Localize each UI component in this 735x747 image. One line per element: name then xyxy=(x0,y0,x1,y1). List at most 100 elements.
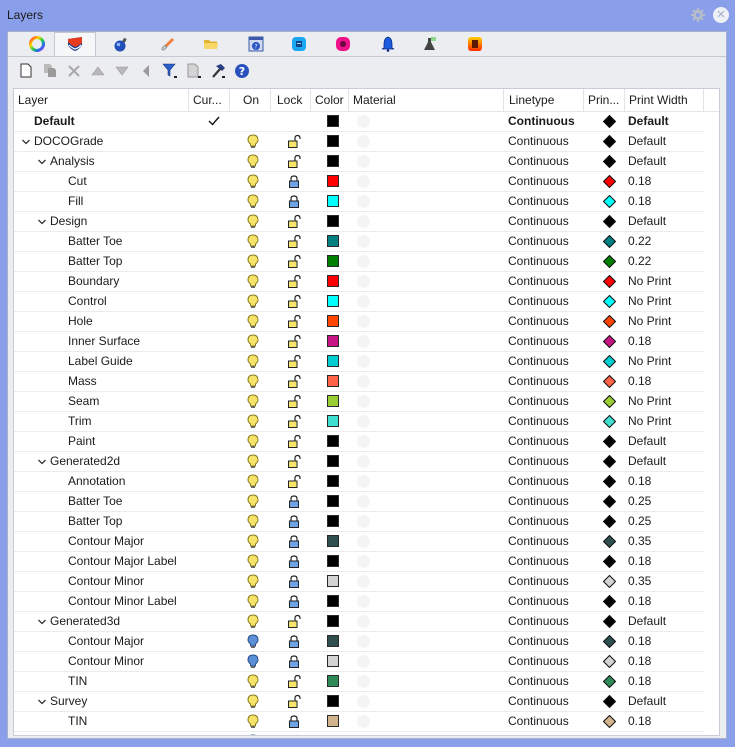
material-swatch[interactable] xyxy=(357,635,370,648)
lock-closed-icon[interactable] xyxy=(287,514,301,529)
layer-row[interactable]: Batter Top Continuous 0.22 xyxy=(14,252,704,272)
column-header-print-width[interactable]: Print Width xyxy=(625,89,704,111)
layer-color-swatch[interactable] xyxy=(327,675,339,687)
material-swatch[interactable] xyxy=(357,455,370,468)
layer-color-swatch[interactable] xyxy=(327,575,339,587)
material-swatch[interactable] xyxy=(357,675,370,688)
lock-closed-icon[interactable] xyxy=(287,194,301,209)
print-color-diamond-icon[interactable] xyxy=(602,534,617,549)
print-color-diamond-icon[interactable] xyxy=(602,194,617,209)
print-width-value[interactable]: No Print xyxy=(628,392,671,411)
linetype-value[interactable]: Continuous xyxy=(508,672,569,691)
material-swatch[interactable] xyxy=(357,235,370,248)
layer-row[interactable]: TIN Continuous 0.18 xyxy=(14,672,704,692)
lock-open-icon[interactable] xyxy=(287,254,301,269)
lightbulb-on-icon[interactable] xyxy=(246,294,260,309)
lightbulb-on-icon[interactable] xyxy=(246,174,260,189)
print-color-diamond-icon[interactable] xyxy=(602,174,617,189)
print-width-value[interactable]: No Print xyxy=(628,272,671,291)
material-swatch[interactable] xyxy=(357,475,370,488)
print-color-diamond-icon[interactable] xyxy=(602,334,617,349)
print-width-value[interactable]: Default xyxy=(628,432,666,451)
linetype-value[interactable]: Continuous xyxy=(508,492,569,511)
linetype-value[interactable]: Continuous xyxy=(508,472,569,491)
linetype-value[interactable]: Continuous xyxy=(508,112,575,131)
magenta-plugin-tab[interactable] xyxy=(328,34,358,56)
material-swatch[interactable] xyxy=(357,595,370,608)
lightbulb-on-icon[interactable] xyxy=(246,494,260,509)
layer-row[interactable]: Survey Continuous Default xyxy=(14,692,704,712)
lightbulb-on-icon[interactable] xyxy=(246,614,260,629)
chevron-down-icon[interactable] xyxy=(36,452,48,471)
print-color-diamond-icon[interactable] xyxy=(602,594,617,609)
material-swatch[interactable] xyxy=(357,415,370,428)
column-header-layer[interactable]: Layer xyxy=(14,89,189,111)
print-width-value[interactable]: Default xyxy=(628,452,666,471)
lock-open-icon[interactable] xyxy=(287,694,301,709)
layer-color-swatch[interactable] xyxy=(327,135,339,147)
lightbulb-on-icon[interactable] xyxy=(246,474,260,489)
layer-state-button[interactable] xyxy=(183,61,205,83)
layer-color-swatch[interactable] xyxy=(327,215,339,227)
linetype-value[interactable]: Continuous xyxy=(508,572,569,591)
lightbulb-on-icon[interactable] xyxy=(246,314,260,329)
material-swatch[interactable] xyxy=(357,195,370,208)
layer-color-swatch[interactable] xyxy=(327,355,339,367)
layer-color-swatch[interactable] xyxy=(327,275,339,287)
lightbulb-on-icon[interactable] xyxy=(246,194,260,209)
cyan-plugin-tab[interactable] xyxy=(284,34,314,56)
layer-row[interactable]: Design Continuous Default xyxy=(14,212,704,232)
lightbulb-on-icon[interactable] xyxy=(246,354,260,369)
print-width-value[interactable]: 0.18 xyxy=(628,712,651,731)
lightbulb-off-icon[interactable] xyxy=(246,734,260,735)
column-header-print-color[interactable]: Prin... xyxy=(584,89,625,111)
lock-open-icon[interactable] xyxy=(287,234,301,249)
lightbulb-on-icon[interactable] xyxy=(246,454,260,469)
lightbulb-off-icon[interactable] xyxy=(246,634,260,649)
print-color-diamond-icon[interactable] xyxy=(602,454,617,469)
linetype-value[interactable]: Continuous xyxy=(508,532,569,551)
layer-color-swatch[interactable] xyxy=(327,715,339,727)
material-swatch[interactable] xyxy=(357,655,370,668)
linetype-value[interactable]: Continuous xyxy=(508,232,569,251)
material-swatch[interactable] xyxy=(357,315,370,328)
lightbulb-on-icon[interactable] xyxy=(246,274,260,289)
linetype-value[interactable]: Continuous xyxy=(508,352,569,371)
linetype-value[interactable]: Continuous xyxy=(508,192,569,211)
lock-open-icon[interactable] xyxy=(287,334,301,349)
lock-closed-icon[interactable] xyxy=(287,554,301,569)
column-header-current[interactable]: Cur... xyxy=(189,89,230,111)
print-color-diamond-icon[interactable] xyxy=(602,374,617,389)
print-width-value[interactable]: 0.18 xyxy=(628,632,651,651)
layer-color-swatch[interactable] xyxy=(327,515,339,527)
layer-row[interactable]: Annotation Continuous 0.18 xyxy=(14,472,704,492)
material-swatch[interactable] xyxy=(357,215,370,228)
print-color-diamond-icon[interactable] xyxy=(602,354,617,369)
linetype-value[interactable]: Continuous xyxy=(508,712,569,731)
layer-color-swatch[interactable] xyxy=(327,335,339,347)
delete-button[interactable] xyxy=(63,61,85,83)
help-button[interactable]: ? xyxy=(231,61,253,83)
linetype-value[interactable]: Continuous xyxy=(508,632,569,651)
linetype-value[interactable]: Continuous xyxy=(508,652,569,671)
layer-row[interactable]: Contour Minor Continuous 0.35 xyxy=(14,572,704,592)
lock-closed-icon[interactable] xyxy=(287,494,301,509)
layer-color-swatch[interactable] xyxy=(327,235,339,247)
print-color-diamond-icon[interactable] xyxy=(602,654,617,669)
chevron-down-icon[interactable] xyxy=(36,612,48,631)
layer-color-swatch[interactable] xyxy=(327,595,339,607)
lock-open-icon[interactable] xyxy=(287,454,301,469)
lock-open-icon[interactable] xyxy=(287,614,301,629)
lock-open-icon[interactable] xyxy=(287,394,301,409)
print-color-diamond-icon[interactable] xyxy=(602,694,617,709)
lock-closed-icon[interactable] xyxy=(287,574,301,589)
layer-color-swatch[interactable] xyxy=(327,255,339,267)
layer-row[interactable]: Batter Toe Continuous 0.25 xyxy=(14,492,704,512)
layer-row[interactable]: Generated3d Continuous Default xyxy=(14,612,704,632)
lightbulb-on-icon[interactable] xyxy=(246,714,260,729)
material-swatch[interactable] xyxy=(357,615,370,628)
layer-color-swatch[interactable] xyxy=(327,695,339,707)
lock-open-icon[interactable] xyxy=(287,294,301,309)
layer-row[interactable]: Label Guide Continuous No Print xyxy=(14,352,704,372)
layer-color-swatch[interactable] xyxy=(327,635,339,647)
